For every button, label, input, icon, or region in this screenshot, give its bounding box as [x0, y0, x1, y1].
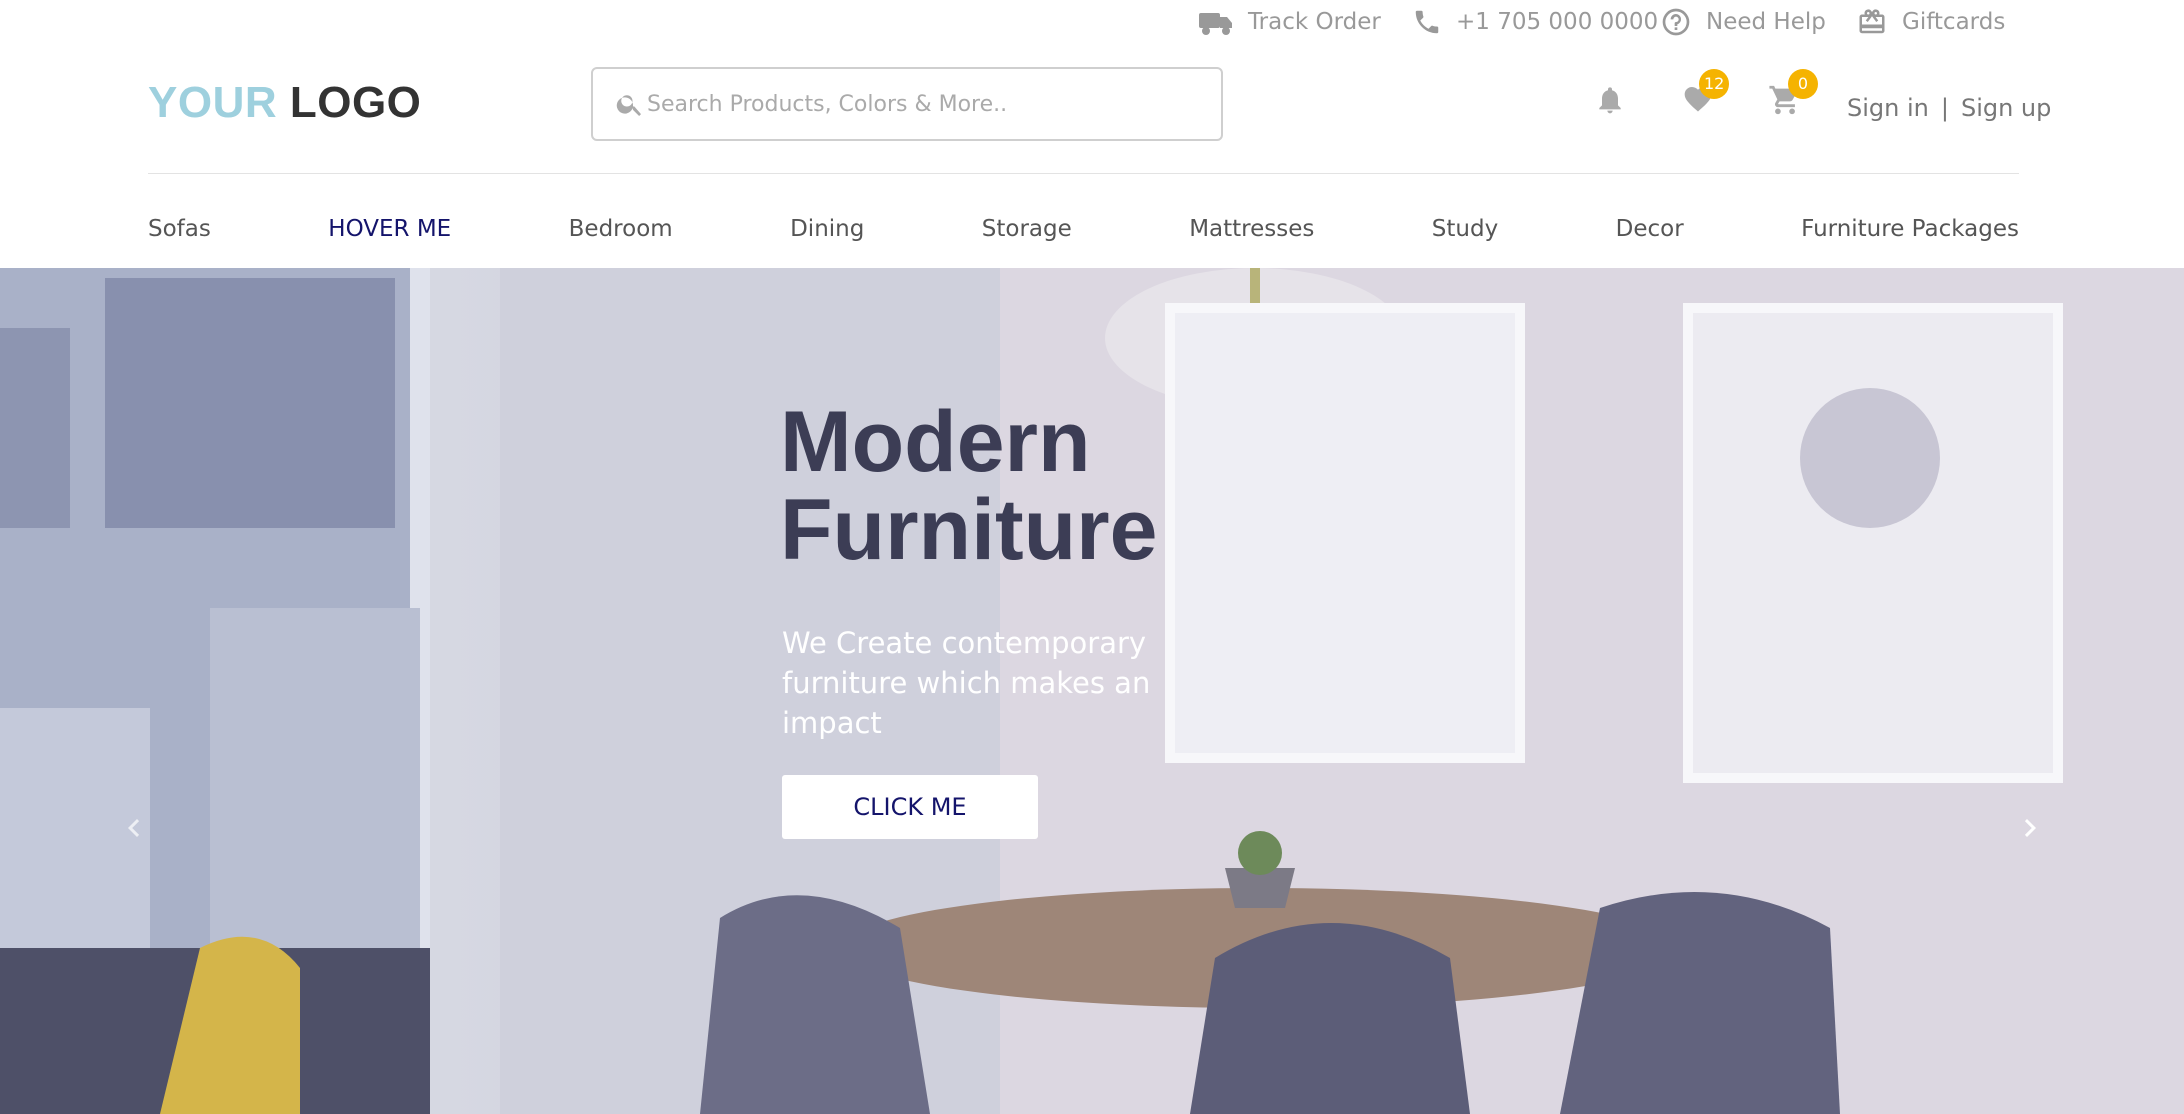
search-box[interactable] — [591, 67, 1223, 141]
truck-icon — [1199, 13, 1232, 35]
auth-links: Sign in | Sign up — [1847, 94, 2051, 122]
hero-title-line1: Modern — [780, 394, 1091, 490]
hero-cta-button[interactable]: CLICK ME — [782, 775, 1038, 839]
phone-number: +1 705 000 0000 — [1456, 9, 1659, 35]
cart-count-badge: 0 — [1788, 69, 1818, 99]
logo-text-logo: LOGO — [289, 78, 422, 127]
help-circle-icon — [1662, 8, 1690, 36]
search-input[interactable] — [647, 91, 1207, 117]
nav-item-hover-me[interactable]: HOVER ME — [328, 216, 451, 242]
top-utility-bar: Track Order +1 705 000 0000 Need Help Gi… — [0, 0, 2184, 44]
nav-item-study[interactable]: Study — [1432, 216, 1498, 242]
wishlist-count-badge: 12 — [1699, 69, 1730, 99]
chevron-right-icon — [2024, 819, 2036, 837]
phone-icon — [1415, 10, 1439, 34]
nav-item-dining[interactable]: Dining — [790, 216, 864, 242]
gift-card-icon — [1859, 9, 1885, 34]
nav-item-mattresses[interactable]: Mattresses — [1189, 216, 1314, 242]
header-divider — [148, 173, 2019, 174]
track-order-link[interactable]: Track Order — [1198, 4, 1381, 40]
phone-link[interactable]: +1 705 000 0000 — [1412, 4, 1658, 40]
site-logo[interactable]: YOUR LOGO — [148, 78, 421, 128]
hero-title: Modern Furniture — [780, 398, 1157, 574]
cart-button[interactable]: 0 — [1768, 69, 1818, 117]
giftcards-link[interactable]: Giftcards — [1856, 4, 2005, 40]
search-icon[interactable] — [615, 89, 645, 119]
giftcards-label: Giftcards — [1902, 9, 2006, 35]
carousel-prev-button[interactable] — [116, 808, 156, 848]
chevron-left-icon — [128, 819, 140, 837]
sign-in-link[interactable]: Sign in — [1847, 94, 1929, 122]
nav-item-storage[interactable]: Storage — [982, 216, 1072, 242]
logo-text-your: YOUR — [148, 78, 278, 127]
hero-title-line2: Furniture — [780, 482, 1158, 578]
nav-item-furniture-packages[interactable]: Furniture Packages — [1801, 216, 2019, 242]
sign-up-link[interactable]: Sign up — [1961, 94, 2051, 122]
hero-subtitle: We Create contemporary furniture which m… — [782, 626, 1151, 740]
auth-separator: | — [1940, 94, 1949, 122]
wishlist-button[interactable]: 12 — [1681, 69, 1730, 115]
nav-item-bedroom[interactable]: Bedroom — [569, 216, 673, 242]
need-help-link[interactable]: Need Help — [1660, 4, 1826, 40]
bell-icon — [1599, 87, 1621, 114]
nav-item-sofas[interactable]: Sofas — [148, 216, 211, 242]
nav-item-decor[interactable]: Decor — [1616, 216, 1684, 242]
category-nav: Sofas HOVER ME Bedroom Dining Storage Ma… — [148, 206, 2019, 252]
track-order-label: Track Order — [1248, 9, 1381, 35]
hero-banner: Modern Furniture We Create contemporary … — [0, 268, 2184, 1114]
carousel-next-button[interactable] — [2012, 808, 2052, 848]
need-help-label: Need Help — [1706, 9, 1826, 35]
notifications-button[interactable] — [1594, 83, 1626, 117]
